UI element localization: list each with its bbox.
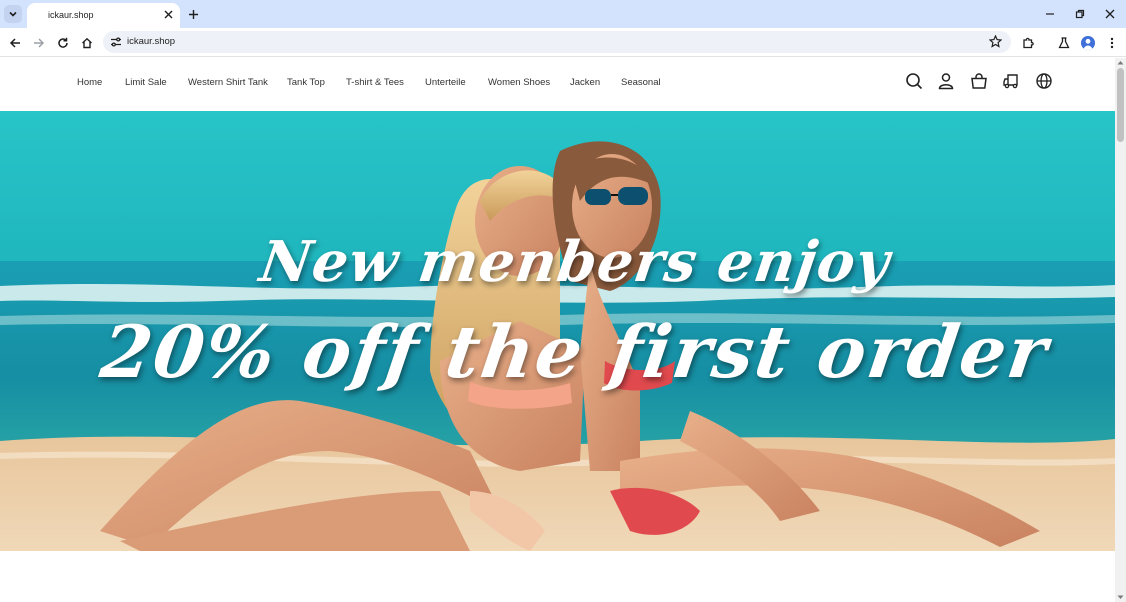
plus-icon [188, 9, 198, 19]
home-button[interactable] [78, 34, 95, 51]
scroll-down-icon[interactable] [1117, 595, 1124, 600]
flask-icon [1057, 36, 1070, 48]
tab-search-button[interactable] [4, 5, 22, 23]
browser-toolbar: ickaur.shop [0, 28, 1126, 57]
back-button[interactable] [6, 34, 23, 51]
window-close-button[interactable] [1102, 6, 1118, 22]
minimize-icon [1046, 13, 1054, 15]
cart-icon[interactable] [970, 72, 988, 90]
nav-item-western-shirt-tank[interactable]: Western Shirt Tank [188, 77, 268, 88]
restore-button[interactable] [1072, 6, 1088, 22]
reload-icon [57, 37, 68, 48]
address-bar[interactable]: ickaur.shop [103, 31, 1011, 53]
nav-item-tank-top[interactable]: Tank Top [287, 77, 325, 88]
puzzle-icon [1023, 37, 1034, 49]
nav-item-jacken[interactable]: Jacken [570, 77, 600, 88]
account-icon[interactable] [937, 72, 955, 90]
reload-button[interactable] [54, 34, 71, 51]
new-tab-button[interactable] [186, 7, 200, 21]
nav-item-seasonal[interactable]: Seasonal [621, 77, 661, 88]
page-scrollbar[interactable] [1115, 58, 1126, 602]
minimize-button[interactable] [1042, 6, 1058, 22]
arrow-right-icon [33, 37, 44, 48]
tab-strip: ickaur.shop [0, 0, 1126, 28]
close-icon [1105, 9, 1115, 19]
url-text: ickaur.shop [127, 36, 176, 47]
nav-item-home[interactable]: Home [77, 77, 102, 88]
main-nav: Home Limit Sale Western Shirt Tank Tank … [0, 58, 1115, 110]
hero-banner[interactable]: New menbers enjoy 20% off the first orde… [0, 111, 1115, 551]
profile-button[interactable] [1079, 34, 1096, 51]
labs-button[interactable] [1055, 34, 1072, 51]
hero-offer-text: 20% off the first order [95, 309, 1055, 394]
extensions-button[interactable] [1020, 34, 1037, 51]
nav-item-unterteile[interactable]: Unterteile [425, 77, 466, 88]
site-settings-icon[interactable] [110, 36, 122, 48]
avatar [1080, 35, 1095, 50]
browser-tab[interactable]: ickaur.shop [27, 3, 180, 28]
home-icon [81, 37, 92, 48]
nav-item-women-shoes[interactable]: Women Shoes [488, 77, 550, 88]
hero-headline: New menbers enjoy [255, 229, 895, 295]
nav-item-limit-sale[interactable]: Limit Sale [125, 77, 167, 88]
search-icon[interactable] [905, 72, 923, 90]
web-page: Home Limit Sale Western Shirt Tank Tank … [0, 58, 1115, 602]
scrollbar-thumb[interactable] [1117, 68, 1124, 142]
browser-menu-button[interactable] [1103, 34, 1120, 51]
bookmark-star-icon[interactable] [989, 35, 1002, 48]
person-icon [1083, 38, 1092, 50]
scroll-up-icon[interactable] [1117, 60, 1124, 65]
restore-icon [1075, 9, 1085, 19]
chevron-down-icon [9, 11, 17, 17]
arrow-left-icon [9, 37, 20, 48]
shipping-icon[interactable] [1003, 72, 1021, 90]
tab-title: ickaur.shop [48, 10, 94, 20]
close-icon [164, 10, 173, 19]
globe-icon[interactable] [1035, 72, 1053, 90]
more-vert-icon [1110, 37, 1113, 48]
forward-button[interactable] [30, 34, 47, 51]
tab-close-button[interactable] [162, 8, 175, 21]
nav-item-tshirt-tees[interactable]: T-shirt & Tees [346, 77, 404, 88]
